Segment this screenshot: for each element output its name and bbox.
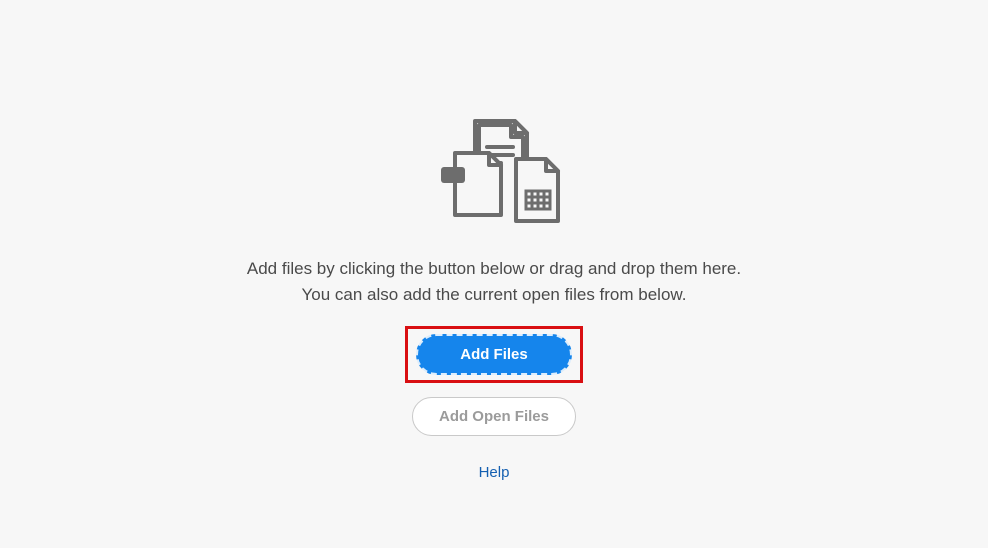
instruction-line-2: You can also add the current open files … [247,282,741,308]
instruction-line-1: Add files by clicking the button below o… [247,256,741,282]
add-files-highlight: Add Files [405,326,583,383]
help-link[interactable]: Help [479,464,510,481]
add-files-button[interactable]: Add Files [416,334,572,375]
add-open-files-button[interactable]: Add Open Files [412,397,576,436]
instruction-text: Add files by clicking the button below o… [247,256,741,309]
add-files-panel: Add files by clicking the button below o… [154,117,834,482]
documents-illustration-icon [424,117,564,234]
